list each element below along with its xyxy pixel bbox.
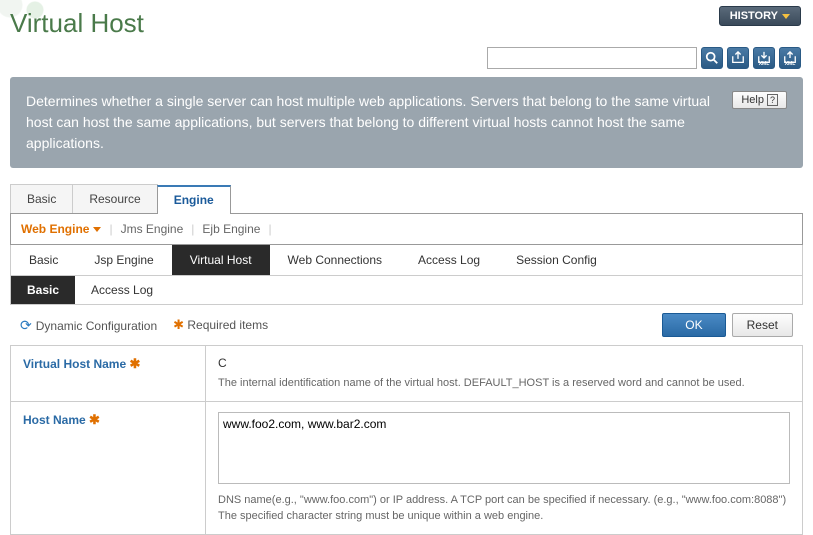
search-input[interactable] [487,47,697,69]
triangle-down-icon [93,227,101,232]
tab2-jsp-engine[interactable]: Jsp Engine [76,245,171,275]
engine-web-dropdown[interactable]: Web Engine [21,222,101,236]
ok-button[interactable]: OK [662,313,725,337]
tabs-level3: Basic Access Log [10,276,803,305]
tab-resource[interactable]: Resource [72,184,157,213]
tab2-access-log[interactable]: Access Log [400,245,498,275]
tab-basic[interactable]: Basic [10,184,73,213]
description-text: Determines whether a single server can h… [26,91,716,154]
import-xml-button[interactable]: XML [753,47,775,69]
tab2-session-config[interactable]: Session Config [498,245,615,275]
engine-jms-link[interactable]: Jms Engine [121,222,184,236]
separator: | [268,222,271,236]
export-icon [731,51,745,65]
tab2-basic[interactable]: Basic [11,245,76,275]
required-star-icon: ✱ [89,412,100,427]
required-legend: ✱ Required items [173,317,268,333]
required-star-icon: ✱ [130,356,141,371]
host-name-textarea[interactable] [218,412,790,484]
engine-selector: Web Engine | Jms Engine | Ejb Engine | [21,222,792,236]
help-button[interactable]: Help ? [732,91,787,109]
virtual-host-name-value: C [218,356,790,370]
help-label: Help [741,94,764,106]
virtual-host-name-hint: The internal identification name of the … [218,376,790,391]
search-icon [705,51,719,65]
export-button[interactable] [727,47,749,69]
tab2-virtual-host[interactable]: Virtual Host [172,245,270,275]
tab3-access-log[interactable]: Access Log [75,276,169,304]
xml-label-1: XML [759,61,770,67]
virtual-host-name-label: Virtual Host Name [23,357,126,371]
separator: | [191,222,194,236]
page-title: Virtual Host [10,8,803,39]
separator: | [109,222,112,236]
search-button[interactable] [701,47,723,69]
reset-button[interactable]: Reset [732,313,793,337]
description-banner: Determines whether a single server can h… [10,77,803,168]
host-name-label: Host Name [23,413,86,427]
engine-ejb-link[interactable]: Ejb Engine [202,222,260,236]
tabs-level2: Basic Jsp Engine Virtual Host Web Connec… [10,245,803,276]
xml-label-2: XML [785,61,796,67]
tab2-web-connections[interactable]: Web Connections [270,245,401,275]
engine-web-label: Web Engine [21,222,89,236]
export-xml-button[interactable]: XML [779,47,801,69]
refresh-icon: ⟳ [20,317,32,333]
host-name-hint: DNS name(e.g., "www.foo.com") or IP addr… [218,493,790,524]
question-icon: ? [767,94,778,106]
tab3-basic[interactable]: Basic [11,276,75,304]
dynamic-config-legend: ⟳Dynamic Configuration [20,317,157,334]
required-star-icon: ✱ [173,317,184,332]
tab-engine[interactable]: Engine [157,185,231,214]
tabs-level1: Basic Resource Engine [10,184,803,214]
